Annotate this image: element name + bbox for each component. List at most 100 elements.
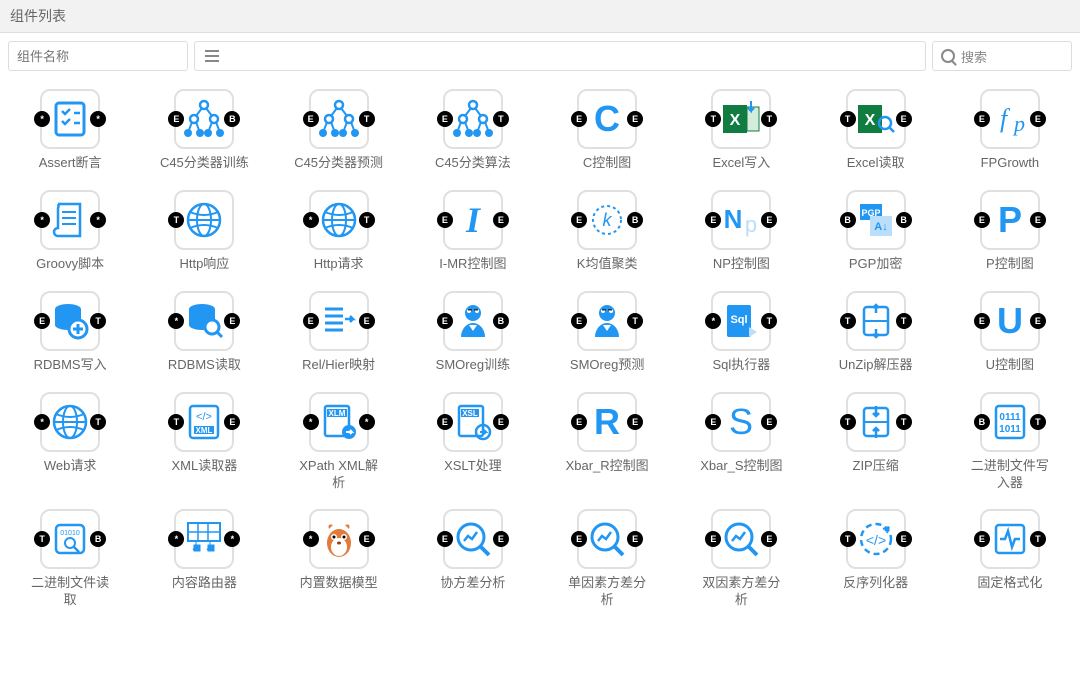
svg-text:X: X xyxy=(864,112,875,129)
component-item[interactable]: EESXbar_S控制图 xyxy=(689,392,793,492)
component-item[interactable]: TTZIP压缩 xyxy=(824,392,928,492)
globe-icon xyxy=(48,400,92,444)
component-item[interactable]: T Http响应 xyxy=(152,190,256,273)
svg-text:</>: </> xyxy=(196,411,212,423)
port-right: E xyxy=(1030,313,1046,329)
port-right: * xyxy=(359,414,375,430)
mag-chart-icon xyxy=(451,517,495,561)
component-item[interactable]: **Groovy脚本 xyxy=(18,190,122,273)
port-right: E xyxy=(1030,212,1046,228)
port-right: B xyxy=(224,111,240,127)
port-left: * xyxy=(34,212,50,228)
svg-text:I: I xyxy=(465,200,482,240)
component-item[interactable]: EERXbar_R控制图 xyxy=(555,392,659,492)
port-left: E xyxy=(437,414,453,430)
component-item[interactable]: EBC45分类器训练 xyxy=(152,89,256,172)
binary-icon: 01111011 xyxy=(988,400,1032,444)
component-item[interactable]: EECC控制图 xyxy=(555,89,659,172)
port-left: * xyxy=(705,313,721,329)
component-item[interactable]: EEXSLXSLT处理 xyxy=(421,392,525,492)
component-icon-box: *T xyxy=(40,392,100,452)
component-item[interactable]: EBkK均值聚类 xyxy=(555,190,659,273)
component-label: 内容路由器 xyxy=(172,575,237,592)
component-item[interactable]: *THttp请求 xyxy=(287,190,391,273)
svg-text:01010: 01010 xyxy=(60,530,80,537)
component-item[interactable]: TE</>XMLXML读取器 xyxy=(152,392,256,492)
component-item[interactable]: **Assert断言 xyxy=(18,89,122,172)
component-item[interactable]: *T Web请求 xyxy=(18,392,122,492)
port-left: E xyxy=(974,212,990,228)
letter-p-icon: P xyxy=(988,198,1032,242)
search-icon xyxy=(941,49,955,63)
port-right: T xyxy=(761,313,777,329)
port-left: B xyxy=(974,414,990,430)
category-dropdown[interactable] xyxy=(194,41,926,71)
search-box[interactable]: 搜索 xyxy=(932,41,1072,71)
component-item[interactable]: BBPGPA↓PGP加密 xyxy=(824,190,928,273)
component-label: SMOreg训练 xyxy=(436,357,510,374)
component-icon-box: TT xyxy=(846,392,906,452)
port-left: E xyxy=(34,313,50,329)
svg-text:C: C xyxy=(594,98,620,139)
component-item[interactable]: EE双因素方差分析 xyxy=(689,509,793,609)
component-item[interactable]: TTXExcel写入 xyxy=(689,89,793,172)
component-item[interactable]: EERel/Hier映射 xyxy=(287,291,391,374)
component-item[interactable]: **内容路由器 xyxy=(152,509,256,609)
svg-text:XLM: XLM xyxy=(328,409,345,418)
component-item[interactable]: TTUnZip解压器 xyxy=(824,291,928,374)
svg-text:S: S xyxy=(729,401,753,442)
component-label: K均值聚类 xyxy=(577,256,638,273)
port-left: E xyxy=(974,313,990,329)
port-right: E xyxy=(896,531,912,547)
port-left: * xyxy=(303,414,319,430)
component-item[interactable]: **XLMXPath XML解析 xyxy=(287,392,391,492)
component-item[interactable]: EENpNP控制图 xyxy=(689,190,793,273)
component-item[interactable]: ETSMOreg预测 xyxy=(555,291,659,374)
component-item[interactable]: EE协方差分析 xyxy=(421,509,525,609)
letter-c-icon: C xyxy=(585,97,629,141)
component-icon-box: *E xyxy=(174,291,234,351)
port-right: E xyxy=(493,212,509,228)
port-left: E xyxy=(437,531,453,547)
port-left: E xyxy=(571,531,587,547)
svg-text:p: p xyxy=(1012,111,1025,136)
svg-text:k: k xyxy=(603,210,613,230)
component-item[interactable]: EEUU控制图 xyxy=(958,291,1062,374)
component-label: Web请求 xyxy=(44,458,97,475)
component-item[interactable]: TEXExcel读取 xyxy=(824,89,928,172)
port-left: E xyxy=(974,531,990,547)
port-left: * xyxy=(34,111,50,127)
component-icon-box: EE xyxy=(711,509,771,569)
component-item[interactable]: ETRDBMS写入 xyxy=(18,291,122,374)
component-icon-box: BBPGPA↓ xyxy=(846,190,906,250)
component-item[interactable]: ET固定格式化 xyxy=(958,509,1062,609)
component-item[interactable]: *ERDBMS读取 xyxy=(152,291,256,374)
router-icon xyxy=(182,517,226,561)
component-label: 协方差分析 xyxy=(440,575,505,592)
tree-icon xyxy=(182,97,226,141)
component-item[interactable]: ETC45分类器预测 xyxy=(287,89,391,172)
component-item[interactable]: EBSMOreg训练 xyxy=(421,291,525,374)
component-icon-box: T xyxy=(174,190,234,250)
component-item[interactable]: *TSqlSql执行器 xyxy=(689,291,793,374)
component-item[interactable]: TB01010二进制文件读取 xyxy=(18,509,122,609)
component-item[interactable]: ETC45分类算法 xyxy=(421,89,525,172)
component-label: Http响应 xyxy=(179,256,229,273)
component-item[interactable]: EE单因素方差分析 xyxy=(555,509,659,609)
person-icon xyxy=(451,299,495,343)
component-item[interactable]: *E内置数据模型 xyxy=(287,509,391,609)
component-label: 二进制文件写入器 xyxy=(965,458,1055,492)
component-item[interactable]: EEfpFPGrowth xyxy=(958,89,1062,172)
letter-r-icon: R xyxy=(585,400,629,444)
svg-text:0111: 0111 xyxy=(999,412,1021,423)
port-left: E xyxy=(571,313,587,329)
component-item[interactable]: BT01111011二进制文件写入器 xyxy=(958,392,1062,492)
svg-text:XML: XML xyxy=(196,426,213,435)
component-icon-box: EEI xyxy=(443,190,503,250)
component-name-input[interactable] xyxy=(8,41,188,71)
svg-text:N: N xyxy=(724,204,743,234)
port-right: B xyxy=(90,531,106,547)
component-item[interactable]: TE</>反序列化器 xyxy=(824,509,928,609)
component-item[interactable]: EEPP控制图 xyxy=(958,190,1062,273)
component-item[interactable]: EEII-MR控制图 xyxy=(421,190,525,273)
